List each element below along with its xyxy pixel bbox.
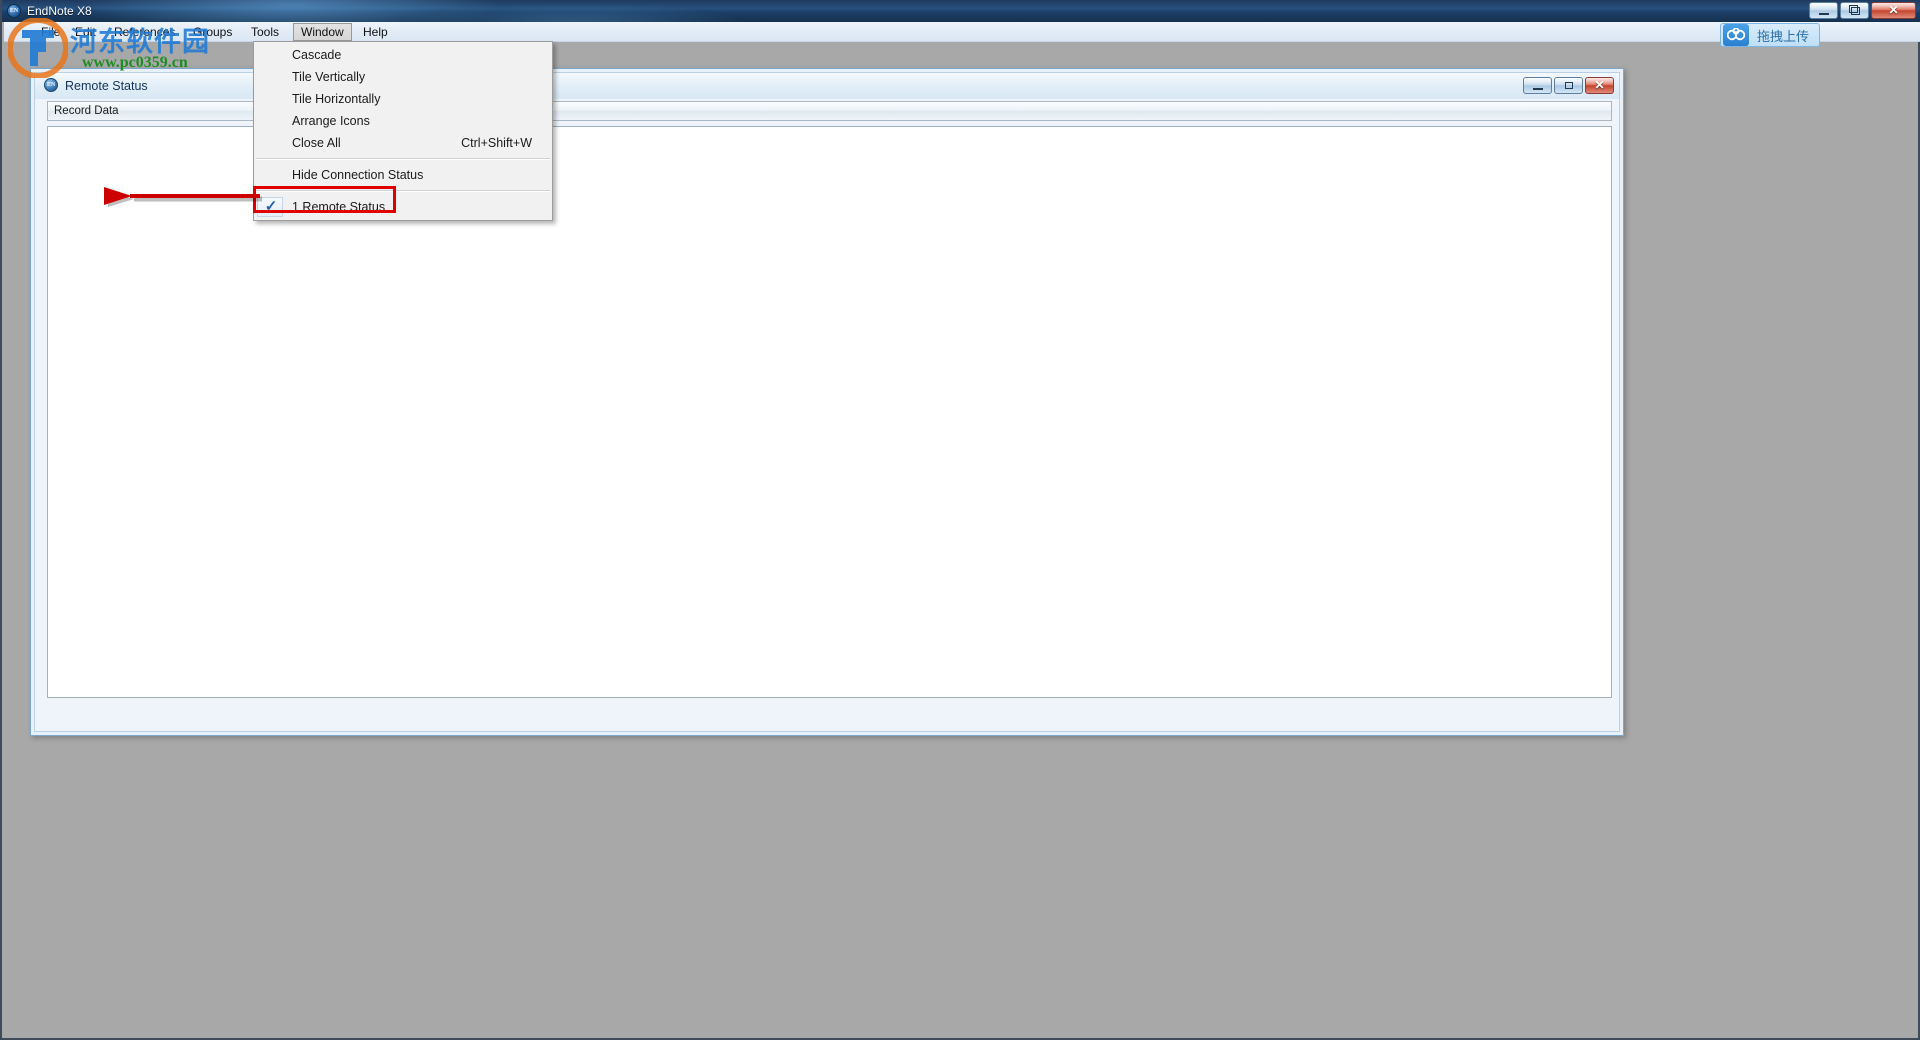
minimize-icon — [1532, 88, 1543, 90]
application-window: EN EndNote X8 ✕ File Edit References Gro… — [0, 0, 1920, 1040]
main-window-controls: ✕ — [1809, 2, 1916, 19]
remote-status-close-button[interactable]: ✕ — [1585, 77, 1614, 94]
menu-option-shortcut: Ctrl+Shift+W — [461, 136, 532, 150]
menu-item-tools[interactable]: Tools — [244, 23, 286, 41]
menu-option-label: Arrange Icons — [292, 114, 370, 128]
close-icon: ✕ — [1594, 78, 1605, 92]
annotation-arrow-icon — [104, 187, 262, 207]
menu-option-label: Close All — [292, 136, 341, 150]
menu-separator — [256, 158, 550, 160]
endnote-icon: EN — [44, 78, 58, 92]
cloud-upload-icon — [1722, 24, 1749, 46]
menu-option-tile-vertically[interactable]: Tile Vertically — [254, 66, 552, 88]
restore-icon — [1848, 5, 1860, 15]
menu-item-window[interactable]: Window — [293, 23, 352, 41]
menu-item-file[interactable]: File — [34, 23, 67, 41]
close-button[interactable]: ✕ — [1871, 2, 1916, 19]
endnote-icon: EN — [7, 4, 21, 18]
menu-option-tile-horizontally[interactable]: Tile Horizontally — [254, 88, 552, 110]
minimize-icon — [1818, 13, 1829, 15]
remote-status-window-controls: ✕ — [1523, 77, 1614, 94]
menu-option-label: Hide Connection Status — [292, 168, 424, 182]
remote-status-restore-button[interactable] — [1554, 77, 1583, 94]
menu-item-groups[interactable]: Groups — [186, 23, 239, 41]
upload-badge[interactable]: 拖拽上传 — [1719, 23, 1820, 47]
menu-item-edit[interactable]: Edit — [68, 23, 103, 41]
upload-badge-label: 拖拽上传 — [1756, 29, 1809, 45]
menu-bar: File Edit References Groups Tools Window… — [4, 22, 1920, 42]
annotation-highlight-box — [253, 186, 396, 213]
restore-button[interactable] — [1840, 2, 1869, 19]
menu-option-label: Tile Horizontally — [292, 92, 381, 106]
remote-status-title: Remote Status — [65, 79, 148, 93]
title-bar: EN EndNote X8 ✕ — [2, 0, 1920, 22]
app-title: EndNote X8 — [27, 4, 92, 18]
remote-status-minimize-button[interactable] — [1523, 77, 1552, 94]
button-gloss — [1524, 78, 1551, 85]
menu-item-help[interactable]: Help — [356, 23, 395, 41]
menu-option-close-all[interactable]: Close All Ctrl+Shift+W — [254, 132, 552, 154]
menu-item-references[interactable]: References — [107, 23, 182, 41]
menu-option-label: Cascade — [292, 48, 342, 62]
menu-option-label: Tile Vertically — [292, 70, 366, 84]
close-icon: ✕ — [1888, 3, 1899, 17]
menu-option-cascade[interactable]: Cascade — [254, 44, 552, 66]
button-gloss — [1810, 3, 1837, 10]
minimize-button[interactable] — [1809, 2, 1838, 19]
restore-icon — [1564, 82, 1573, 89]
menu-option-hide-connection-status[interactable]: Hide Connection Status — [254, 164, 552, 186]
menu-option-arrange-icons[interactable]: Arrange Icons — [254, 110, 552, 132]
